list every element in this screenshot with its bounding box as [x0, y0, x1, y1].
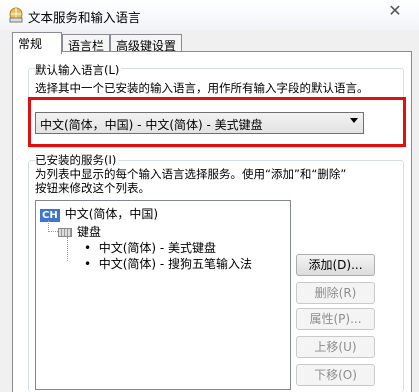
tree-connector — [48, 231, 58, 232]
default-language-description: 选择其中一个已安装的输入语言，用作所有输入字段的默认语言。 — [35, 81, 369, 95]
move-down-button[interactable]: 下移(O) — [296, 364, 375, 386]
move-up-button[interactable]: 上移(U) — [296, 336, 375, 358]
installed-services-heading: 已安装的服务(I) — [35, 152, 119, 168]
tree-item-service[interactable]: • 中文(简体) - 搜狗五笔输入法 — [84, 255, 252, 272]
tree-item-service[interactable]: • 中文(简体) - 美式键盘 — [84, 239, 216, 256]
bullet-icon: • — [84, 257, 99, 271]
language-name: 中文(简体，中国) — [64, 207, 159, 221]
default-language-heading: 默认输入语言(L) — [35, 62, 122, 78]
window-title: 文本服务和输入语言 — [28, 10, 141, 25]
keyboard-icon — [58, 228, 72, 237]
installed-services-tree[interactable]: CH 中文(简体，中国) 键盘 • 中文(简体) - 美式键盘 • 中文(简体) … — [35, 200, 291, 390]
globe-keyboard-icon — [9, 7, 23, 23]
title-bar: 文本服务和输入语言 ✕ — [0, 0, 419, 30]
default-language-value: 中文(简体，中国) - 中文(简体) - 美式键盘 — [40, 118, 263, 132]
properties-button[interactable]: 属性(P)... — [296, 308, 375, 330]
tree-item-language[interactable]: CH 中文(简体，中国) — [40, 205, 158, 222]
default-language-select[interactable]: 中文(简体，中国) - 中文(简体) - 美式键盘 — [35, 112, 364, 134]
dialog-window: 文本服务和输入语言 ✕ 常规 语言栏 高级键设置 默认输入语言(L) 选择其中一… — [0, 0, 419, 392]
language-badge-icon: CH — [40, 209, 60, 222]
service-label: 中文(简体) - 搜狗五笔输入法 — [98, 257, 253, 271]
installed-services-description-line1: 为列表中显示的每个输入语言选择服务。使用“添加”和“删除” — [35, 167, 347, 181]
add-button[interactable]: 添加(D)... — [296, 254, 375, 276]
bullet-icon: • — [84, 241, 99, 255]
tree-connector — [67, 237, 68, 261]
remove-button[interactable]: 删除(R) — [296, 282, 375, 304]
close-button[interactable]: ✕ — [374, 0, 416, 22]
tab-general[interactable]: 常规 — [12, 32, 62, 54]
dropdown-arrow-icon — [350, 118, 358, 123]
tree-item-keyboard[interactable]: 键盘 — [58, 223, 101, 240]
keyboard-label: 键盘 — [77, 225, 102, 239]
service-label: 中文(简体) - 美式键盘 — [98, 241, 217, 255]
installed-services-description-line2: 按钮来修改这个列表。 — [35, 181, 150, 195]
